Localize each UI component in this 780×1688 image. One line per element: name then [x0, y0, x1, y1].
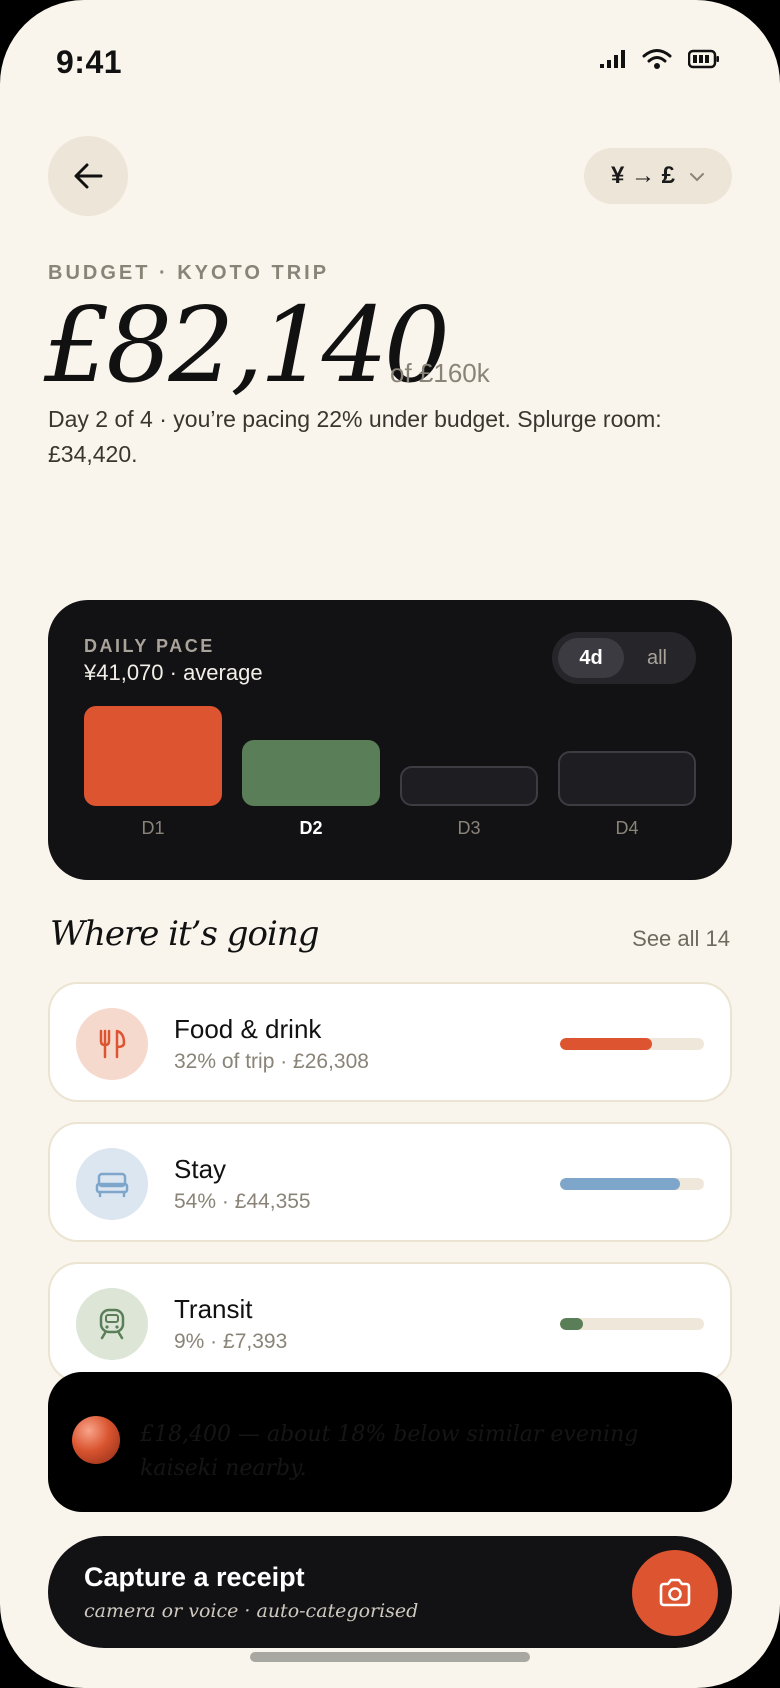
arrow-left-icon — [74, 163, 103, 189]
daily-pace-day-label: D1 — [141, 818, 165, 838]
range-toggle-4d[interactable]: 4d — [558, 638, 624, 678]
daily-pace-day-label: D2 — [299, 818, 323, 838]
status-bar: 9:41 — [0, 0, 780, 120]
wifi-icon — [642, 49, 672, 69]
category-name: Stay — [174, 1154, 227, 1184]
pace-summary: Day 2 of 4 · you’re pacing 22% under bud… — [48, 406, 662, 467]
bed-icon — [76, 1148, 148, 1220]
daily-pace-day-label: D4 — [615, 818, 639, 838]
see-all-link[interactable]: See all 14 — [632, 926, 730, 952]
camera-button[interactable] — [632, 1550, 718, 1636]
category-progress — [560, 1318, 704, 1330]
category-progress — [560, 1038, 704, 1050]
capture-title: Capture a receipt — [84, 1562, 305, 1592]
currency-selector[interactable]: ¥ → £ — [584, 148, 732, 204]
chevron-down-icon — [689, 166, 705, 187]
budget-spent-amount: £82,140 — [44, 284, 450, 406]
status-icons — [600, 48, 720, 70]
category-detail: 9% · £7,393 — [174, 1330, 288, 1353]
camera-icon — [659, 1578, 691, 1607]
category-progress-fill — [560, 1038, 653, 1050]
category-progress-fill — [560, 1178, 680, 1190]
battery-icon — [688, 49, 719, 69]
currency-pair-label: ¥ → £ — [610, 162, 676, 189]
status-time: 9:41 — [56, 44, 123, 80]
category-progress — [560, 1178, 704, 1190]
range-toggle: 4d all — [552, 632, 696, 684]
daily-pace-day-label: D3 — [457, 818, 481, 838]
budget-total: of £160k — [390, 358, 490, 388]
fork-knife-icon — [76, 1008, 148, 1080]
insight-toast[interactable]: £18,400 — about 18% below similar evenin… — [48, 1372, 732, 1512]
category-detail: 32% of trip · £26,308 — [174, 1050, 369, 1073]
home-indicator — [250, 1652, 530, 1662]
daily-pace-bar-d1[interactable] — [84, 706, 222, 806]
insight-text: £18,400 — about 18% below similar evenin… — [140, 1422, 639, 1481]
budget-eyebrow: BUDGET · KYOTO TRIP — [48, 262, 330, 284]
category-card-stay[interactable]: Stay 54% · £44,355 — [48, 1122, 732, 1242]
train-icon — [76, 1288, 148, 1360]
section-title: Where it’s going — [50, 914, 320, 954]
daily-pace-average: ¥41,070 · average — [84, 660, 263, 685]
category-card-transit[interactable]: Transit 9% · £7,393 — [48, 1262, 732, 1382]
back-button[interactable] — [48, 136, 128, 216]
daily-pace-bar-d4[interactable] — [558, 751, 696, 806]
signal-icon — [600, 50, 625, 68]
phone-screen: 9:41 ¥ → £ BUDGET · KYOTO TRIP £82,140 o… — [0, 0, 780, 1688]
capture-receipt-bar[interactable]: Capture a receipt camera or voice · auto… — [48, 1536, 732, 1648]
daily-pace-bar-d2[interactable] — [242, 740, 380, 806]
category-card-food[interactable]: Food & drink 32% of trip · £26,308 — [48, 982, 732, 1102]
daily-pace-card: DAILY PACE ¥41,070 · average 4d all D1 D2… — [48, 600, 732, 880]
daily-pace-label: DAILY PACE — [84, 636, 215, 656]
category-progress-fill — [560, 1318, 584, 1330]
assistant-orb-icon — [72, 1416, 120, 1464]
range-toggle-all[interactable]: all — [624, 638, 690, 678]
daily-pace-bar-d3[interactable] — [400, 766, 538, 806]
category-detail: 54% · £44,355 — [174, 1190, 311, 1213]
capture-subtitle: camera or voice · auto-categorised — [84, 1600, 419, 1622]
category-name: Food & drink — [174, 1014, 322, 1044]
category-name: Transit — [174, 1294, 253, 1324]
daily-pace-chart — [84, 696, 696, 806]
